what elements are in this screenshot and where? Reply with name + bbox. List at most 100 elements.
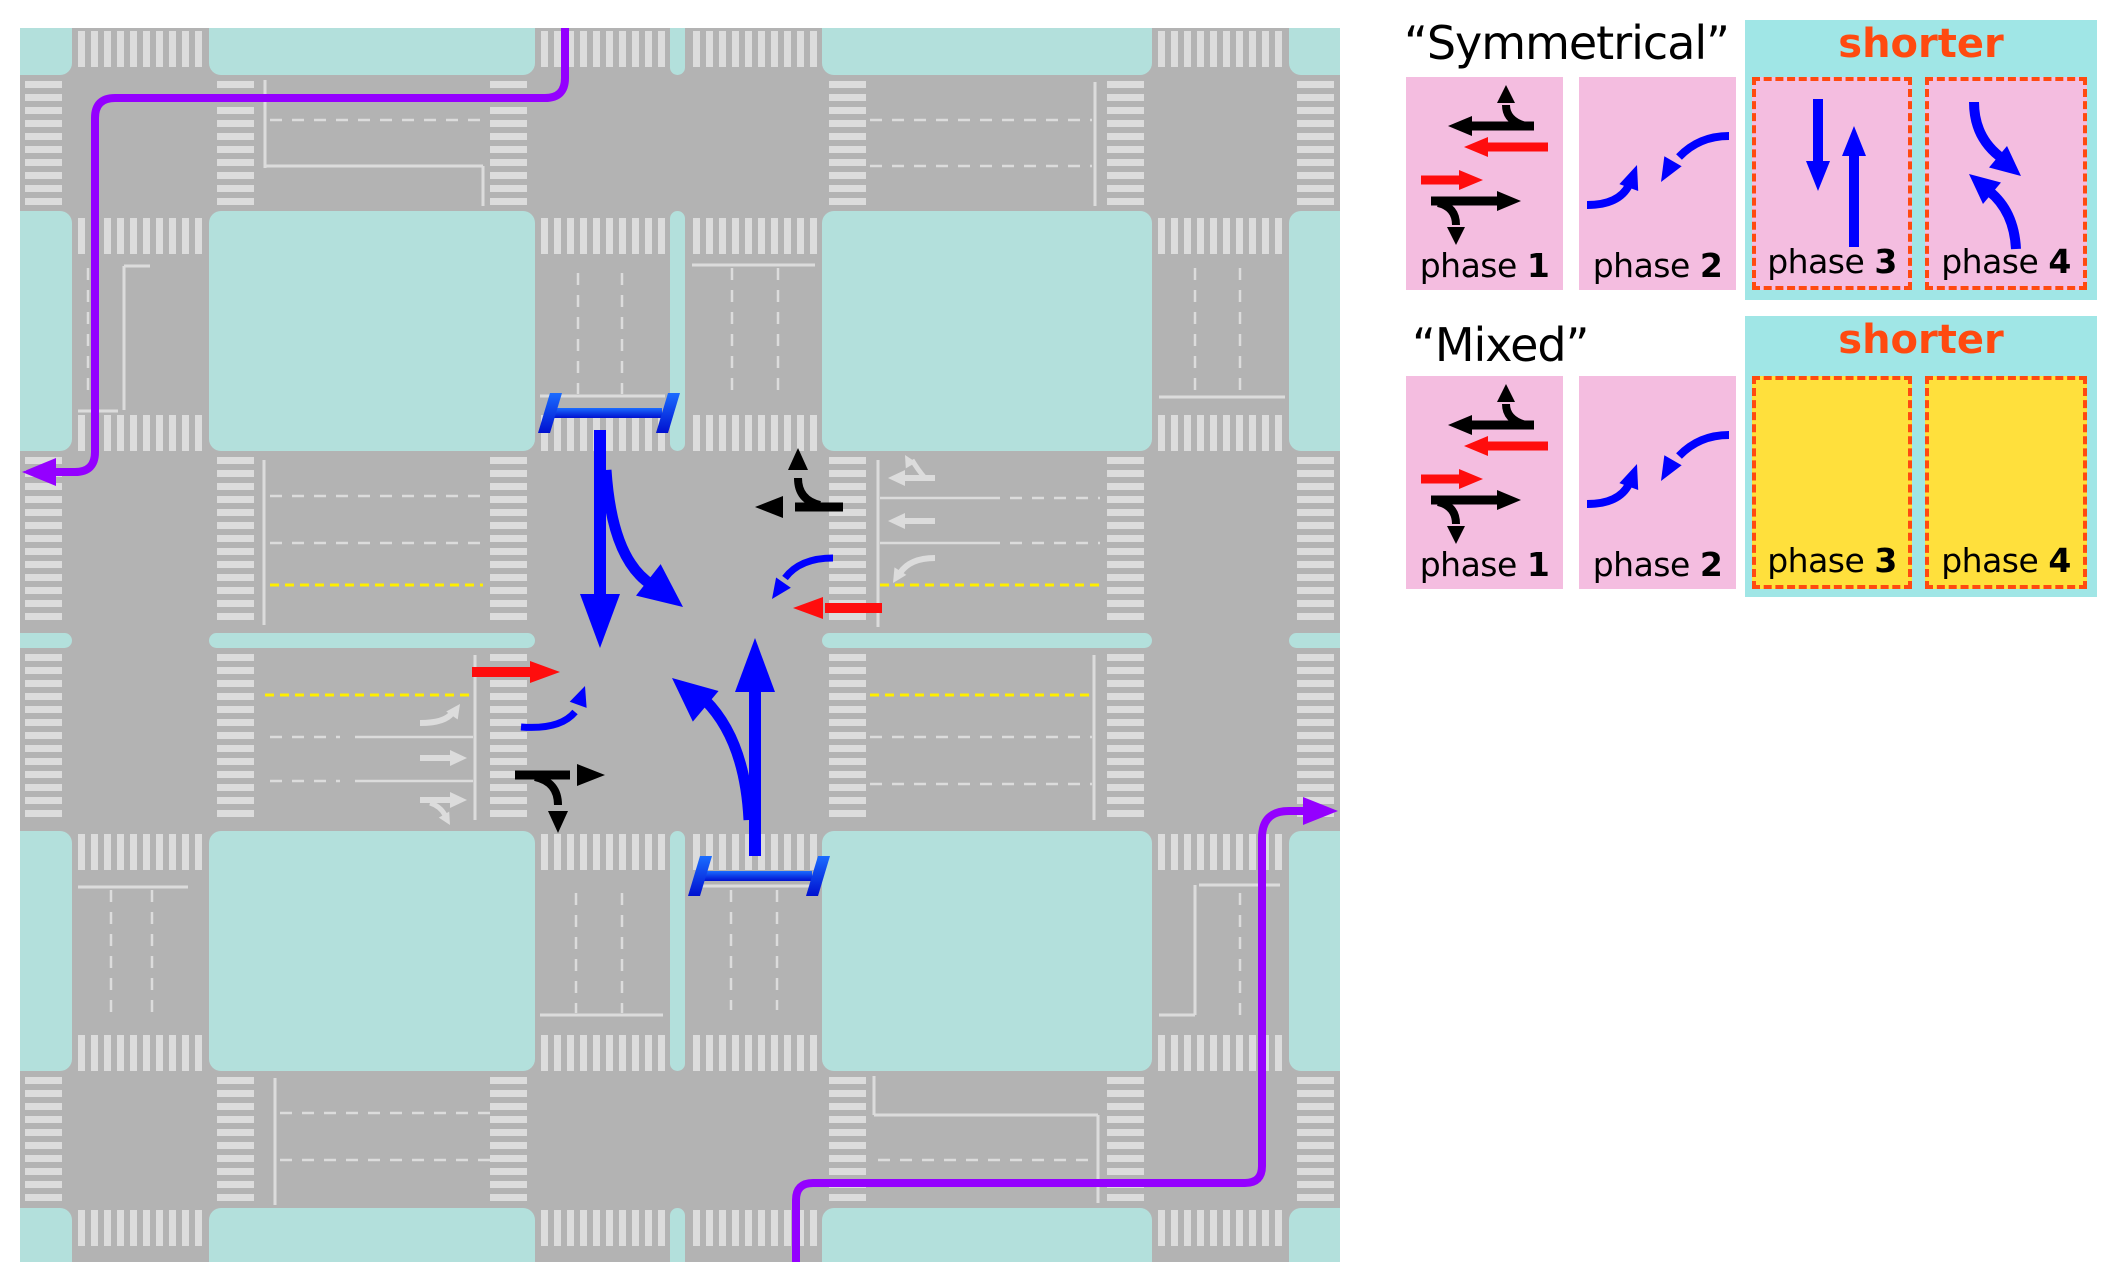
crosswalk-stripe bbox=[1107, 509, 1144, 516]
shorter-label: shorter bbox=[1838, 21, 2004, 67]
crosswalk-stripe bbox=[78, 1035, 85, 1071]
crosswalk-stripe bbox=[706, 415, 713, 451]
crosswalk-stripe bbox=[1297, 185, 1334, 192]
crosswalk-stripe bbox=[117, 415, 124, 451]
crosswalk-stripe bbox=[1158, 1210, 1165, 1246]
crosswalk-stripe bbox=[182, 1035, 189, 1071]
crosswalk-stripe bbox=[490, 797, 527, 804]
crosswalk-stripe bbox=[91, 31, 98, 67]
crosswalk-stripe bbox=[78, 834, 85, 870]
intersection-map bbox=[20, 28, 1340, 1262]
crosswalk-stripe bbox=[25, 784, 62, 791]
crosswalk-stripe bbox=[182, 1210, 189, 1246]
crosswalk-stripe bbox=[645, 218, 652, 254]
crosswalk-stripe bbox=[784, 31, 791, 67]
crosswalk-stripe bbox=[1171, 218, 1178, 254]
crosswalk-stripe bbox=[829, 198, 866, 205]
crosswalk-stripe bbox=[1297, 1077, 1334, 1084]
crosswalk-stripe bbox=[195, 834, 202, 870]
crosswalk-stripe bbox=[1107, 1168, 1144, 1175]
crosswalk-stripe bbox=[1275, 31, 1282, 67]
crosswalk-stripe bbox=[1107, 719, 1144, 726]
crosswalk-stripe bbox=[1297, 522, 1334, 529]
phase-card-2: phase 2 bbox=[1579, 77, 1736, 290]
crosswalk-stripe bbox=[554, 1210, 561, 1246]
crosswalk-stripe bbox=[1275, 218, 1282, 254]
crosswalk-stripe bbox=[25, 654, 62, 661]
crosswalk-stripe bbox=[1107, 133, 1144, 140]
crosswalk-stripe bbox=[829, 574, 866, 581]
crosswalk-stripe bbox=[829, 120, 866, 127]
crosswalk-stripe bbox=[829, 1142, 866, 1149]
crosswalk-stripe bbox=[1297, 1181, 1334, 1188]
phase-card-2: phase 2 bbox=[1579, 376, 1736, 589]
city-block bbox=[209, 831, 535, 1071]
crosswalk-stripe bbox=[156, 1210, 163, 1246]
crosswalk-stripe bbox=[78, 1210, 85, 1246]
city-block-edge bbox=[1325, 831, 1340, 1071]
crosswalk-stripe bbox=[217, 457, 254, 464]
crosswalk-stripe bbox=[1107, 198, 1144, 205]
phase-label: phase 3 bbox=[1767, 242, 1897, 281]
crosswalk-stripe bbox=[632, 415, 639, 451]
crosswalk-stripe bbox=[104, 1210, 111, 1246]
crosswalk-stripe bbox=[217, 107, 254, 114]
crosswalk-stripe bbox=[217, 1142, 254, 1149]
city-block-edge bbox=[20, 28, 72, 43]
crosswalk-stripe bbox=[490, 198, 527, 205]
crosswalk-stripe bbox=[1297, 613, 1334, 620]
crosswalk-stripe bbox=[606, 1035, 613, 1071]
crosswalk-stripe bbox=[25, 1155, 62, 1162]
crosswalk-stripe bbox=[771, 1035, 778, 1071]
crosswalk-stripe bbox=[541, 834, 548, 870]
crosswalk-stripe bbox=[1223, 1210, 1230, 1246]
crosswalk-stripe bbox=[580, 834, 587, 870]
crosswalk-stripe bbox=[217, 693, 254, 700]
crosswalk-stripe bbox=[1297, 561, 1334, 568]
crosswalk-stripe bbox=[490, 561, 527, 568]
crosswalk-stripe bbox=[25, 159, 62, 166]
icon-right-north bbox=[1497, 85, 1528, 130]
phase-card-1: phase 1 bbox=[1406, 77, 1563, 290]
icon-red-east-head bbox=[1459, 170, 1483, 190]
crosswalk-stripe bbox=[217, 185, 254, 192]
crosswalk-stripe bbox=[593, 31, 600, 67]
crosswalk-stripe bbox=[490, 185, 527, 192]
icon-left-north-shaft bbox=[1586, 182, 1633, 209]
crosswalk-stripe bbox=[606, 218, 613, 254]
crosswalk-stripe bbox=[1197, 1210, 1204, 1246]
crosswalk-stripe bbox=[706, 218, 713, 254]
crosswalk-stripe bbox=[829, 667, 866, 674]
crosswalk-stripe bbox=[745, 415, 752, 451]
crosswalk-stripe bbox=[490, 587, 527, 594]
crosswalk-stripe bbox=[829, 771, 866, 778]
crosswalk-stripe bbox=[732, 834, 739, 870]
crosswalk-stripe bbox=[156, 31, 163, 67]
crosswalk-stripe bbox=[1107, 1194, 1144, 1201]
crosswalk-stripe bbox=[784, 834, 791, 870]
crosswalk-stripe bbox=[1210, 415, 1217, 451]
crosswalk-stripe bbox=[658, 218, 665, 254]
crosswalk-stripe bbox=[719, 1035, 726, 1071]
crosswalk-stripe bbox=[632, 834, 639, 870]
crosswalk-stripe bbox=[1249, 1035, 1256, 1071]
crosswalk-stripe bbox=[117, 1210, 124, 1246]
crosswalk-stripe bbox=[829, 548, 866, 555]
crosswalk-stripe bbox=[1275, 1210, 1282, 1246]
phase-label: phase 2 bbox=[1592, 545, 1723, 584]
crosswalk-stripe bbox=[771, 415, 778, 451]
crosswalk-stripe bbox=[25, 680, 62, 687]
crosswalk-stripe bbox=[1107, 81, 1144, 88]
crosswalk-stripe bbox=[130, 1210, 137, 1246]
crosswalk-stripe bbox=[1297, 548, 1334, 555]
crosswalk-stripe bbox=[25, 496, 62, 503]
city-block bbox=[822, 211, 1152, 451]
crosswalk-stripe bbox=[1297, 693, 1334, 700]
crosswalk-stripe bbox=[567, 415, 574, 451]
crosswalk-stripe bbox=[490, 1142, 527, 1149]
crosswalk-stripe bbox=[217, 574, 254, 581]
crosswalk-stripe bbox=[1297, 483, 1334, 490]
crosswalk-stripe bbox=[104, 31, 111, 67]
crosswalk-stripe bbox=[25, 535, 62, 542]
crosswalk-stripe bbox=[217, 784, 254, 791]
